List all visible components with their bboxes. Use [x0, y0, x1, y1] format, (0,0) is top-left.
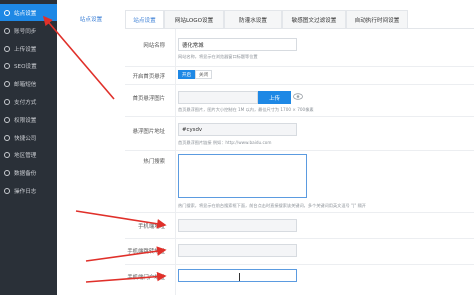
mobile-redirect-input[interactable] [178, 244, 297, 257]
sidebar-item-label: 操作日志 [14, 188, 37, 195]
row-divider [125, 212, 474, 213]
mobile-url-label: 手机端地址 [138, 224, 165, 230]
sidebar-item-label: 权限设置 [14, 117, 37, 124]
site-name-label: 网站名称 [143, 43, 165, 49]
mobile-redirect-label: 手机端跳转地址 [127, 249, 165, 255]
row-divider [125, 116, 474, 117]
mobile-entry-label: 手机端门户地址 [127, 275, 165, 281]
row-divider [125, 150, 474, 151]
sidebar-item-regions[interactable]: 地区管理 [0, 146, 57, 163]
eye-icon[interactable] [293, 93, 303, 100]
hot-search-help: 热门搜索，将显示在前台搜索框下面，前台点击时直接搜索该关键词，多个关键词用英文逗… [178, 203, 366, 208]
float-image-label: 首页悬浮图片 [132, 96, 165, 102]
sidebar-item-seo-settings[interactable]: SEO设置 [0, 57, 57, 74]
sidebar-item-label: 数据备份 [14, 170, 37, 177]
sidebar-item-label: SEO设置 [14, 63, 37, 70]
home-float-label: 开启首页悬浮 [132, 74, 165, 80]
sidebar-item-site-settings[interactable]: 站点设置 [0, 4, 57, 21]
sidebar-item-label: 上传设置 [14, 46, 37, 53]
float-link-input[interactable]: #cysdv [178, 123, 297, 136]
sidebar-item-label: 账号同步 [14, 28, 37, 35]
row-divider [125, 264, 474, 265]
home-float-off-button[interactable]: 关闭 [195, 70, 212, 79]
sidebar-item-label: 地区管理 [14, 152, 37, 159]
sidebar-item-label: 支付方式 [14, 99, 37, 106]
tab-content-filter[interactable]: 敏感图文过滤设置 [282, 10, 346, 28]
log-icon [4, 187, 10, 194]
seo-icon [4, 62, 10, 69]
payment-icon [4, 98, 10, 105]
sidebar-item-label: 站点设置 [14, 10, 37, 17]
panel-title: 站点设置 [67, 10, 115, 28]
site-name-help: 网站名称，将显示在浏览器窗口标题等位置 [178, 54, 258, 59]
site-name-input[interactable]: 德化常城 [178, 38, 297, 51]
float-link-help: 首页悬浮图片链接 例如：http://www.baidu.com [178, 140, 272, 145]
sidebar-item-payment[interactable]: 支付方式 [0, 93, 57, 110]
text-cursor [239, 273, 240, 281]
lock-icon [4, 116, 10, 123]
sidebar-item-label: 邮箱短信 [14, 81, 37, 88]
float-link-label: 悬浮图片地址 [132, 129, 165, 135]
map-pin-icon [4, 151, 10, 158]
sidebar-item-logs[interactable]: 操作日志 [0, 182, 57, 199]
database-icon [4, 169, 10, 176]
upload-button[interactable]: 上传 [258, 91, 291, 104]
sidebar-item-label: 快捷公司 [14, 135, 37, 142]
email-icon [4, 80, 10, 87]
sidebar-item-company[interactable]: 快捷公司 [0, 129, 57, 146]
sync-icon [4, 27, 10, 34]
sidebar-item-account-sync[interactable]: 账号同步 [0, 22, 57, 39]
home-float-on-button[interactable]: 开启 [178, 70, 195, 79]
main-panel: 站点设置 站点设置 网站LOGO设置 防灌水设置 敏感图文过滤设置 自动执行时间… [57, 0, 474, 295]
row-divider [125, 84, 474, 85]
float-image-help: 首页悬浮图片，图片大小控制在 1M 以内，最佳尺寸为 1700 × 700像素 [178, 107, 314, 112]
row-divider [125, 66, 474, 67]
company-icon [4, 134, 10, 141]
mobile-entry-input[interactable] [178, 269, 297, 282]
tab-logo-settings[interactable]: 网站LOGO设置 [164, 10, 224, 28]
site-icon [4, 9, 10, 16]
mobile-url-input[interactable] [178, 219, 297, 232]
sidebar-item-email-sms[interactable]: 邮箱短信 [0, 75, 57, 92]
tab-divider [125, 28, 474, 29]
upload-icon [4, 45, 10, 52]
sidebar-item-permissions[interactable]: 权限设置 [0, 111, 57, 128]
tab-anti-spam[interactable]: 防灌水设置 [224, 10, 282, 28]
float-image-input[interactable] [178, 91, 258, 104]
column-divider [175, 29, 176, 295]
row-divider [125, 238, 474, 239]
sidebar-item-backup[interactable]: 数据备份 [0, 164, 57, 181]
sidebar: 站点设置 账号同步 上传设置 SEO设置 邮箱短信 支付方式 权限设置 快捷公司… [0, 0, 57, 295]
hot-search-textarea[interactable] [178, 154, 307, 198]
tab-site-settings[interactable]: 站点设置 [125, 10, 164, 28]
sidebar-item-upload-settings[interactable]: 上传设置 [0, 40, 57, 57]
hot-search-label: 热门搜索 [143, 159, 165, 165]
tab-schedule[interactable]: 自动执行时间设置 [346, 10, 408, 28]
